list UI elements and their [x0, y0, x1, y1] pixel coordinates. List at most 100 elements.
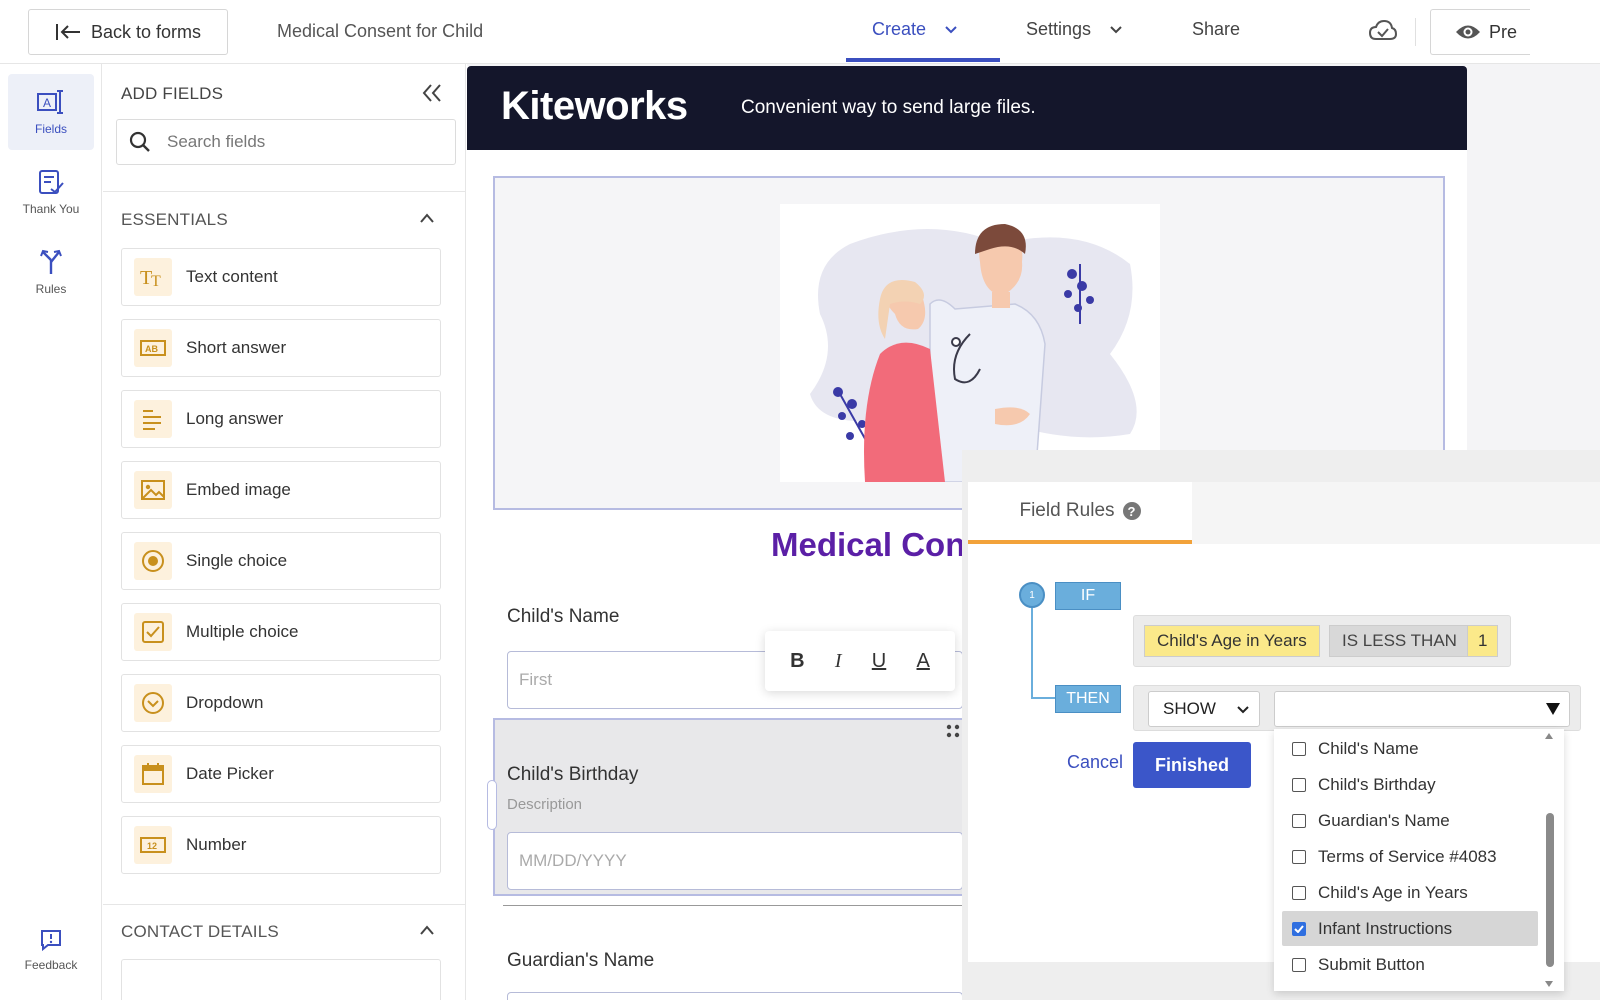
calendar-icon [134, 755, 172, 793]
checkbox[interactable] [1292, 741, 1306, 756]
rail-item-label: Rules [35, 282, 67, 296]
field-single-choice[interactable]: Single choice [121, 532, 441, 590]
option-infant-instructions[interactable]: Infant Instructions [1282, 911, 1538, 946]
rule-condition: Child's Age in Years IS LESS THAN 1 [1133, 615, 1511, 667]
text-content-icon: TT [134, 258, 172, 296]
condition-value-chip[interactable]: 1 [1467, 625, 1499, 657]
radio-icon [134, 542, 172, 580]
target-fields-select[interactable] [1274, 691, 1570, 727]
action-select[interactable]: SHOW [1148, 691, 1260, 727]
condition-operator-chip[interactable]: IS LESS THAN [1329, 625, 1470, 657]
field-long-answer[interactable]: Long answer [121, 390, 441, 448]
back-arrow-icon [56, 24, 80, 40]
field-label: Short answer [186, 338, 287, 357]
chevron-up-icon[interactable] [419, 924, 435, 936]
birthday-date-input[interactable]: MM/DD/YYYY [507, 832, 963, 890]
finished-button[interactable]: Finished [1133, 742, 1251, 788]
tab-create[interactable]: Create [872, 19, 958, 40]
check-icon [1294, 924, 1304, 933]
field-multiple-choice[interactable]: Multiple choice [121, 603, 441, 661]
checkbox-checked[interactable] [1292, 921, 1306, 936]
option-label: Child's Name [1318, 738, 1419, 758]
italic-button[interactable]: I [835, 650, 842, 673]
feedback-label: Feedback [24, 958, 78, 972]
checkbox[interactable] [1292, 957, 1306, 972]
option-childs-birthday[interactable]: Child's Birthday [1282, 767, 1538, 802]
divider [503, 905, 963, 906]
checkbox[interactable] [1292, 777, 1306, 792]
number-icon: 12 [134, 826, 172, 864]
question-label: Child's Birthday [507, 764, 639, 785]
chevron-down-icon [1237, 706, 1249, 714]
drag-handle-icon[interactable] [946, 724, 960, 738]
option-terms-of-service[interactable]: Terms of Service #4083 [1282, 839, 1538, 874]
underline-button[interactable]: U [872, 650, 886, 673]
rail-item-rules[interactable]: Rules [8, 234, 94, 310]
tab-share[interactable]: Share [1192, 19, 1240, 40]
search-icon [129, 131, 150, 152]
search-field[interactable] [116, 119, 456, 165]
field-text-content[interactable]: TT Text content [121, 248, 441, 306]
checkbox[interactable] [1292, 885, 1306, 900]
feedback-button[interactable]: Feedback [8, 912, 94, 988]
preview-button[interactable]: Pre [1430, 9, 1530, 55]
option-childs-age[interactable]: Child's Age in Years [1282, 875, 1538, 910]
svg-text:A: A [43, 96, 51, 110]
question-description[interactable]: Description [507, 796, 582, 813]
if-label: IF [1055, 582, 1121, 610]
search-input[interactable] [167, 132, 427, 152]
option-label: Guardian's Name [1318, 810, 1450, 830]
left-rail: A Fields Thank You Rules Feedback [0, 64, 102, 1000]
rail-item-fields[interactable]: A Fields [8, 74, 94, 150]
option-submit-button[interactable]: Submit Button [1282, 947, 1538, 982]
option-guardians-name[interactable]: Guardian's Name [1282, 803, 1538, 838]
rule-action: SHOW [1133, 685, 1581, 731]
option-childs-name[interactable]: Child's Name [1282, 731, 1538, 766]
rule-number-badge: 1 [1019, 582, 1045, 608]
checkbox[interactable] [1292, 813, 1306, 828]
tab-field-rules[interactable]: Field Rules ? [968, 482, 1192, 544]
eye-icon [1456, 25, 1480, 39]
field-contact-partial[interactable] [121, 959, 441, 1000]
section-title-essentials: ESSENTIALS [121, 210, 228, 229]
action-select-value: SHOW [1163, 699, 1216, 718]
condition-field-chip[interactable]: Child's Age in Years [1144, 625, 1320, 657]
resize-handle[interactable] [487, 780, 497, 830]
form-title: Medical Consent for Child [277, 21, 484, 41]
field-short-answer[interactable]: AB Short answer [121, 319, 441, 377]
checkbox-icon [134, 613, 172, 651]
chevron-up-icon[interactable] [419, 212, 435, 224]
field-dropdown[interactable]: Dropdown [121, 674, 441, 732]
panel-title: ADD FIELDS [121, 84, 224, 103]
back-to-forms-button[interactable]: Back to forms [28, 9, 228, 55]
text-color-button[interactable]: A [917, 650, 930, 673]
cancel-button[interactable]: Cancel [1067, 752, 1123, 773]
tab-create-label: Create [872, 19, 927, 39]
bold-button[interactable]: B [790, 650, 804, 673]
tab-settings[interactable]: Settings [1026, 19, 1123, 40]
double-chevron-left-icon[interactable] [421, 82, 443, 104]
divider [103, 904, 465, 905]
cloud-check-icon[interactable] [1368, 18, 1398, 44]
rail-item-thank-you[interactable]: Thank You [8, 154, 94, 230]
chevron-down-icon[interactable] [1109, 25, 1123, 35]
help-icon[interactable]: ? [1122, 502, 1141, 520]
dropdown-icon [134, 684, 172, 722]
checkbox[interactable] [1292, 849, 1306, 864]
scroll-up-arrow-icon[interactable] [1545, 733, 1553, 739]
form-heading: Medical Con [771, 526, 966, 563]
option-label: Terms of Service #4083 [1318, 846, 1497, 866]
banner-tagline: Convenient way to send large files. [741, 97, 1036, 118]
scrollbar-thumb[interactable] [1546, 813, 1554, 967]
chevron-down-icon[interactable] [944, 25, 958, 35]
scroll-down-arrow-icon[interactable] [1545, 981, 1553, 987]
field-embed-image[interactable]: Embed image [121, 461, 441, 519]
back-to-forms-label: Back to forms [91, 21, 202, 42]
tab-share-label: Share [1192, 19, 1241, 39]
rail-item-label: Fields [34, 122, 67, 136]
guardian-name-input[interactable] [507, 992, 963, 1000]
field-number[interactable]: 12 Number [121, 816, 441, 874]
short-answer-icon: AB [134, 329, 172, 367]
field-date-picker[interactable]: Date Picker [121, 745, 441, 803]
rules-icon [40, 249, 62, 274]
